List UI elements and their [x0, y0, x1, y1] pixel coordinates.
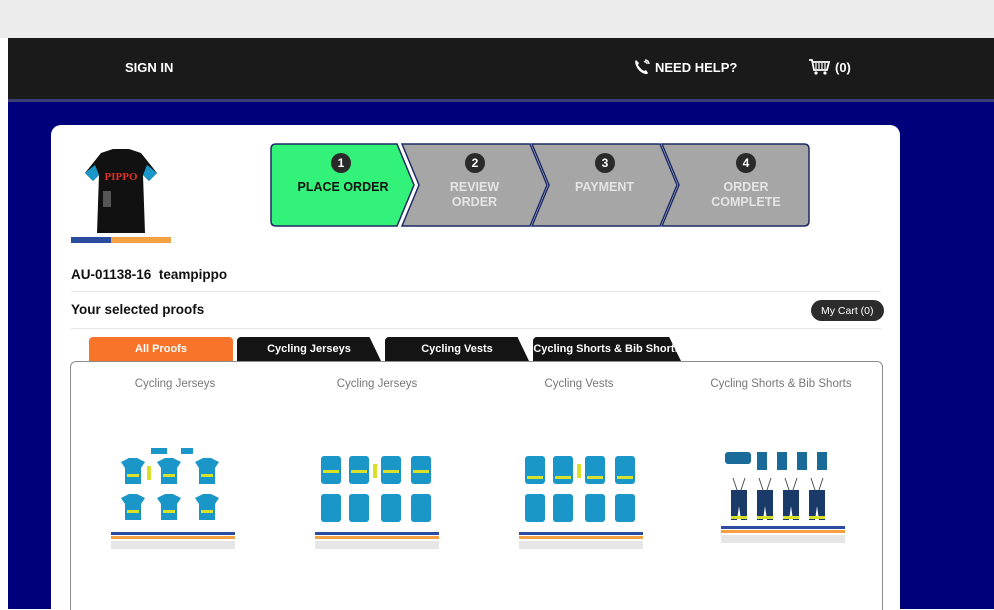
divider	[71, 328, 881, 329]
proof-item[interactable]: Cycling Vests	[489, 378, 669, 390]
step-label-line2: ORDER	[451, 195, 498, 209]
step-review-order[interactable]: 2 REVIEW ORDER	[401, 143, 548, 227]
step-place-order[interactable]: 1 PLACE ORDER	[270, 143, 416, 227]
proof-caption: Cycling Jerseys	[336, 378, 418, 390]
step-label-line2: COMPLETE	[711, 195, 781, 209]
phone-icon	[635, 59, 650, 75]
proof-sheet-shorts-image[interactable]	[721, 446, 845, 554]
order-card: PIPPO 1 PLACE ORDER 2 REVIEW ORDER 3 PAY…	[51, 125, 900, 610]
cart-count: (0)	[835, 59, 851, 75]
selected-proofs-title: Your selected proofs	[71, 302, 205, 317]
thumbnail-text: PIPPO	[105, 171, 138, 183]
step-order-complete[interactable]: 4 ORDER COMPLETE	[661, 143, 811, 227]
divider	[71, 291, 881, 292]
proof-item[interactable]: Cycling Jerseys	[287, 378, 467, 390]
browser-top-strip	[0, 0, 994, 38]
jersey-thumbnail-image: PIPPO	[71, 149, 171, 243]
need-help-link[interactable]: NEED HELP?	[633, 58, 737, 76]
tab-all-proofs[interactable]: All Proofs	[89, 337, 233, 361]
shopping-cart-icon	[809, 59, 831, 75]
proof-item[interactable]: Cycling Jerseys	[85, 378, 265, 390]
step-label: PLACE ORDER	[297, 180, 389, 194]
need-help-label: NEED HELP?	[655, 59, 738, 75]
tab-cycling-shorts[interactable]: Cycling Shorts & Bib Shorts	[533, 337, 681, 361]
step-number: 3	[595, 153, 615, 173]
step-label: PAYMENT	[574, 180, 635, 194]
top-navbar: SIGN IN NEED HELP? (0)	[8, 38, 994, 102]
proof-caption: Cycling Shorts & Bib Shorts	[710, 378, 852, 390]
step-payment[interactable]: 3 PAYMENT	[531, 143, 678, 227]
proof-sheet-jerseys-2-image[interactable]	[315, 446, 439, 554]
order-id: AU-01138-16	[71, 267, 152, 282]
step-number: 4	[736, 153, 756, 173]
cart-link[interactable]: (0)	[808, 58, 851, 76]
proof-item[interactable]: Cycling Shorts & Bib Shorts	[691, 378, 871, 390]
proofs-panel: Cycling Jerseys Cycling Jerseys Cycling …	[70, 361, 883, 610]
tab-cycling-vests[interactable]: Cycling Vests	[385, 337, 529, 361]
team-name: teampippo	[158, 267, 228, 282]
my-cart-button[interactable]: My Cart (0)	[811, 300, 884, 321]
design-thumbnail[interactable]: PIPPO	[71, 147, 171, 245]
sign-in-link[interactable]: SIGN IN	[125, 60, 173, 75]
proof-caption: Cycling Jerseys	[134, 378, 216, 390]
step-number: 2	[465, 153, 485, 173]
order-identifier: AU-01138-16 teampippo	[71, 267, 227, 282]
step-label: ORDER	[723, 180, 769, 194]
proof-sheet-vests-image[interactable]	[519, 446, 643, 554]
step-number: 1	[331, 153, 351, 173]
proof-caption: Cycling Vests	[544, 378, 614, 390]
tab-cycling-jerseys[interactable]: Cycling Jerseys	[237, 337, 381, 361]
step-label: REVIEW	[449, 180, 500, 194]
proof-sheet-jerseys-image[interactable]	[111, 446, 235, 554]
